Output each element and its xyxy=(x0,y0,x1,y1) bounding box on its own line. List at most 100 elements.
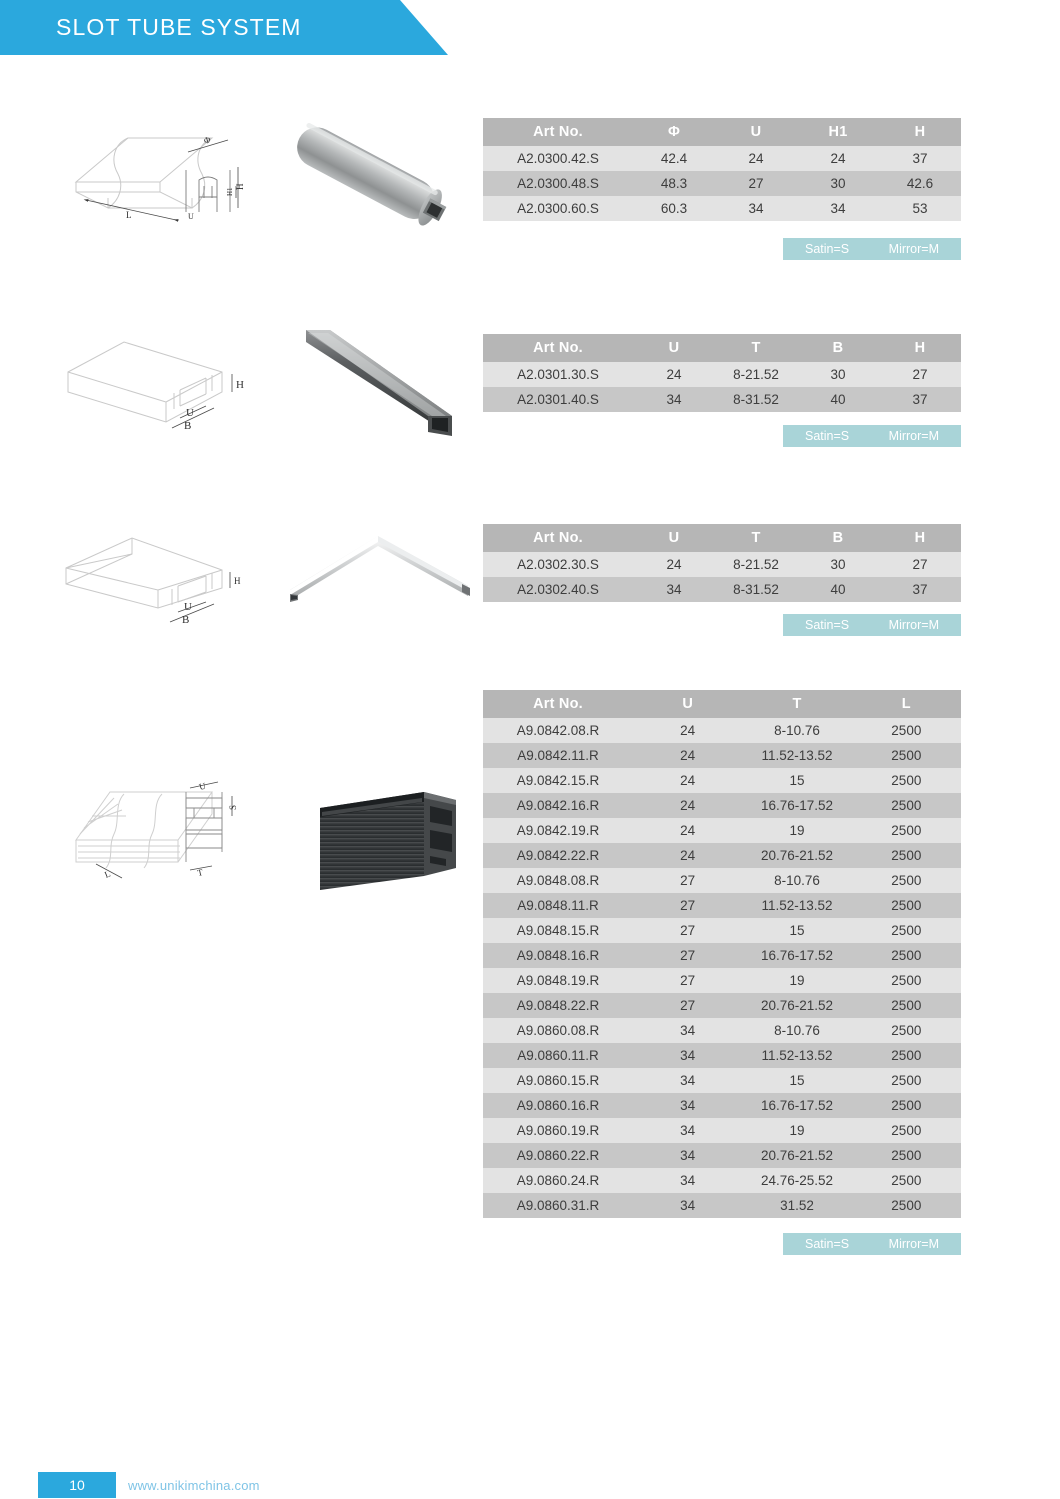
finish-mirror-label: Mirror=M xyxy=(888,1237,939,1251)
finish-satin-label: Satin=S xyxy=(805,1237,850,1251)
svg-text:H: H xyxy=(234,576,241,586)
svg-text:U: U xyxy=(184,601,192,613)
svg-text:B: B xyxy=(182,614,189,626)
svg-text:H: H xyxy=(236,379,244,391)
cell-l: 2500 xyxy=(851,1168,961,1193)
cell-h: 37 xyxy=(879,577,961,602)
table-row: A2.0300.60.S 60.3 34 34 53 xyxy=(483,196,961,221)
cell-b: 40 xyxy=(797,387,879,412)
cell-art-no: A2.0301.30.S xyxy=(483,362,633,387)
drawing-square-slot-tube: H U B xyxy=(62,330,262,440)
cell-t: 24.76-25.52 xyxy=(742,1168,852,1193)
cell-u: 27 xyxy=(633,943,743,968)
table-header-row: Art No. U T B H xyxy=(483,334,961,362)
table-row: A9.0860.19.R 34 19 2500 xyxy=(483,1118,961,1143)
cell-art-no: A9.0842.22.R xyxy=(483,843,633,868)
cell-u: 34 xyxy=(633,1143,743,1168)
cell-art-no: A9.0848.19.R xyxy=(483,968,633,993)
cell-b: 40 xyxy=(797,577,879,602)
table-header-row: Art No. U T L xyxy=(483,690,961,718)
cell-h1: 30 xyxy=(797,171,879,196)
col-art-no: Art No. xyxy=(483,690,633,718)
gasket-rows: A9.0842.08.R 24 8-10.76 2500 A9.0842.11.R 24 1… xyxy=(483,718,961,1218)
cell-art-no: A9.0860.15.R xyxy=(483,1068,633,1093)
finish-mirror-label: Mirror=M xyxy=(888,618,939,632)
col-u: U xyxy=(633,524,715,552)
cell-art-no: A9.0860.24.R xyxy=(483,1168,633,1193)
finish-badge-4: Satin=S Mirror=M xyxy=(783,1233,961,1255)
table-row: A9.0848.15.R 27 15 2500 xyxy=(483,918,961,943)
cell-art-no: A2.0300.48.S xyxy=(483,171,633,196)
cell-u: 24 xyxy=(633,362,715,387)
table-row: A9.0848.19.R 27 19 2500 xyxy=(483,968,961,993)
cell-l: 2500 xyxy=(851,1093,961,1118)
cell-art-no: A9.0842.15.R xyxy=(483,768,633,793)
table-row: A9.0842.08.R 24 8-10.76 2500 xyxy=(483,718,961,743)
table-row: A9.0842.15.R 24 15 2500 xyxy=(483,768,961,793)
cell-art-no: A2.0301.40.S xyxy=(483,387,633,412)
cell-u: 27 xyxy=(715,171,797,196)
cell-phi: 60.3 xyxy=(633,196,715,221)
cell-l: 2500 xyxy=(851,743,961,768)
drawing-square-slot-tube-corner: H U B xyxy=(62,528,262,626)
cell-t: 8-21.52 xyxy=(715,362,797,387)
table-row: A9.0842.19.R 24 19 2500 xyxy=(483,818,961,843)
col-t: T xyxy=(742,690,852,718)
cell-t: 8-31.52 xyxy=(715,387,797,412)
cell-u: 34 xyxy=(633,1018,743,1043)
cell-u: 24 xyxy=(633,718,743,743)
cell-art-no: A9.0860.16.R xyxy=(483,1093,633,1118)
svg-text:U: U xyxy=(198,781,207,792)
col-h: H xyxy=(879,118,961,146)
cell-t: 8-10.76 xyxy=(742,868,852,893)
cell-art-no: A2.0300.60.S xyxy=(483,196,633,221)
cell-u: 24 xyxy=(633,768,743,793)
cell-l: 2500 xyxy=(851,1118,961,1143)
drawing-rubber-gasket-profile: L U S T xyxy=(62,778,277,898)
finish-satin-label: Satin=S xyxy=(805,242,850,256)
cell-art-no: A9.0848.08.R xyxy=(483,868,633,893)
photo-round-slot-tube xyxy=(288,118,454,234)
cell-u: 34 xyxy=(633,1068,743,1093)
table-row: A2.0300.48.S 48.3 27 30 42.6 xyxy=(483,171,961,196)
cell-phi: 48.3 xyxy=(633,171,715,196)
col-l: L xyxy=(851,690,961,718)
finish-badge-3: Satin=S Mirror=M xyxy=(783,614,961,636)
col-u: U xyxy=(715,118,797,146)
cell-u: 24 xyxy=(715,146,797,171)
footer-website: www.unikimchina.com xyxy=(128,1477,260,1493)
cell-h: 53 xyxy=(879,196,961,221)
table-row: A9.0842.16.R 24 16.76-17.52 2500 xyxy=(483,793,961,818)
cell-u: 24 xyxy=(633,743,743,768)
col-phi: Φ xyxy=(633,118,715,146)
table-row: A2.0301.30.S 24 8-21.52 30 27 xyxy=(483,362,961,387)
cell-t: 8-10.76 xyxy=(742,1018,852,1043)
table-row: A9.0848.22.R 27 20.76-21.52 2500 xyxy=(483,993,961,1018)
cell-l: 2500 xyxy=(851,993,961,1018)
cell-t: 8-10.76 xyxy=(742,718,852,743)
col-t: T xyxy=(715,524,797,552)
cell-u: 34 xyxy=(633,1168,743,1193)
cell-art-no: A9.0860.22.R xyxy=(483,1143,633,1168)
col-u: U xyxy=(633,334,715,362)
table-row: A9.0860.11.R 34 11.52-13.52 2500 xyxy=(483,1043,961,1068)
col-t: T xyxy=(715,334,797,362)
cell-t: 15 xyxy=(742,768,852,793)
cell-t: 20.76-21.52 xyxy=(742,843,852,868)
cell-art-no: A9.0842.16.R xyxy=(483,793,633,818)
col-h1: H1 xyxy=(797,118,879,146)
cell-t: 11.52-13.52 xyxy=(742,1043,852,1068)
cell-l: 2500 xyxy=(851,943,961,968)
photo-square-slot-tube-corner xyxy=(288,528,470,608)
cell-t: 16.76-17.52 xyxy=(742,793,852,818)
cell-t: 16.76-17.52 xyxy=(742,943,852,968)
cell-u: 34 xyxy=(633,1043,743,1068)
cell-u: 27 xyxy=(633,893,743,918)
table-row: A9.0860.08.R 34 8-10.76 2500 xyxy=(483,1018,961,1043)
cell-l: 2500 xyxy=(851,818,961,843)
cell-u: 27 xyxy=(633,918,743,943)
cell-l: 2500 xyxy=(851,1193,961,1218)
cell-h: 42.6 xyxy=(879,171,961,196)
cell-u: 34 xyxy=(633,1193,743,1218)
table-row: A9.0860.24.R 34 24.76-25.52 2500 xyxy=(483,1168,961,1193)
